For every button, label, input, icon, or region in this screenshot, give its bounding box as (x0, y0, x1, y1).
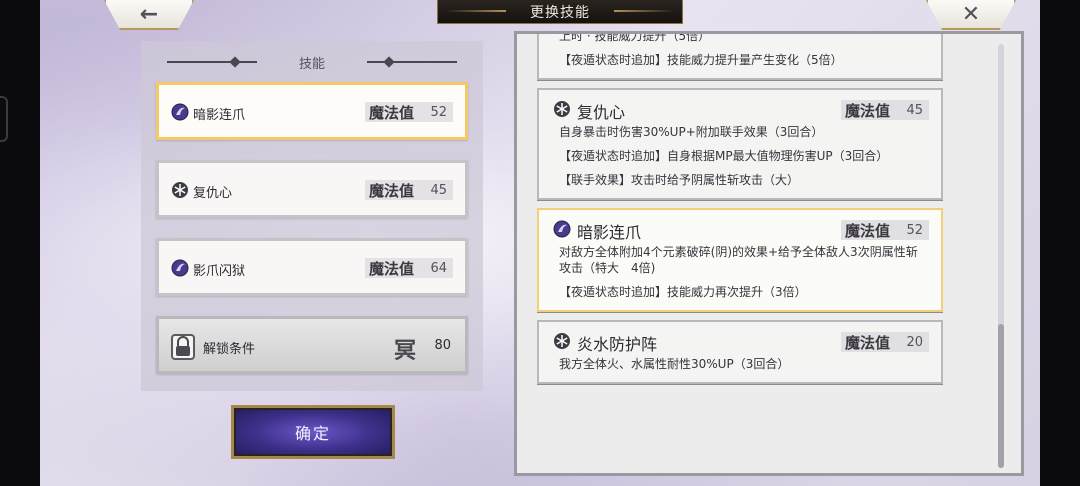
snowflake-icon (553, 100, 571, 118)
mp-value: 52 (430, 104, 447, 120)
back-button[interactable]: ← (104, 0, 194, 30)
skill-effect-line: 【夜遁状态时追加】技能威力再次提升（3倍） (559, 285, 807, 299)
header-ornament-right (367, 61, 457, 63)
skill-card-body: 上时 · 技能威力提升（5倍） 【夜遁状态时追加】技能威力提升量产生变化（5倍） (539, 31, 941, 78)
mp-label: 魔法值 (845, 333, 891, 352)
skill-slot-2[interactable]: 复仇心 魔法值 45 (156, 160, 468, 218)
mp-label: 魔法值 (369, 103, 415, 122)
skill-slots-panel: 技能 暗影连爪 魔法值 52 复仇心 魔法值 45 影爪闪狱 魔法值 64 解锁… (141, 41, 483, 391)
skill-effect-line: 【联手效果】攻击时给予阴属性斩攻击（大） (559, 173, 800, 187)
skill-card-name: 暗影连爪 (577, 223, 642, 242)
skill-card-name: 复仇心 (577, 103, 626, 122)
unlock-condition-label: 解锁条件 (203, 342, 256, 357)
locked-skill-slot[interactable]: 解锁条件 冥 80 (156, 316, 468, 374)
snowflake-icon (171, 181, 189, 199)
skill-effect-line: 上时 · 技能威力提升（5倍） (559, 31, 711, 43)
mp-cost: 魔法值 64 (365, 258, 453, 278)
skill-card-name: 炎水防护阵 (577, 335, 658, 354)
shadow-moon-icon (553, 220, 571, 238)
condition-icon: 冥 (394, 339, 417, 364)
mp-value: 52 (906, 222, 923, 238)
skill-slot-name: 暗影连爪 (193, 108, 246, 123)
skill-effect-line: 对敌方全体附加4个元素破碎(阴)的效果+给予全体敌人3次阴属性斩攻击（特大 4倍… (559, 245, 918, 275)
confirm-button[interactable]: 确定 (231, 405, 395, 459)
back-arrow-icon: ← (139, 1, 159, 27)
skill-slot-name: 复仇心 (193, 186, 233, 201)
scrollbar-thumb[interactable] (998, 324, 1004, 468)
mp-label: 魔法值 (845, 101, 891, 120)
unlock-condition-value: 80 (434, 338, 451, 353)
mp-value: 20 (906, 334, 923, 350)
shadow-moon-icon (171, 103, 189, 121)
skill-card-header: 复仇心 魔法值 45 (539, 90, 941, 124)
title-deco-right (614, 10, 674, 12)
mp-cost: 魔法值 20 (841, 332, 929, 352)
mp-cost: 魔法值 52 (841, 220, 929, 240)
mp-cost: 魔法值 45 (365, 180, 453, 200)
skill-card-header: 暗影连爪 魔法值 52 (539, 210, 941, 244)
mp-label: 魔法值 (369, 181, 415, 200)
lock-icon (171, 334, 195, 360)
skill-card-2[interactable]: 复仇心 魔法值 45 自身暴击时伤害30%UP+附加联手效果（3回合） 【夜遁状… (537, 88, 943, 200)
skill-slot-1[interactable]: 暗影连爪 魔法值 52 (156, 82, 468, 140)
mp-label: 魔法值 (845, 221, 891, 240)
close-button[interactable]: ✕ (926, 0, 1016, 30)
detail-scroll-content: 上时 · 技能威力提升（5倍） 【夜遁状态时追加】技能威力提升量产生变化（5倍）… (537, 31, 951, 392)
skill-card-body: 对敌方全体附加4个元素破碎(阴)的效果+给予全体敌人3次阴属性斩攻击（特大 4倍… (539, 244, 941, 310)
right-screen-edge (1040, 0, 1080, 486)
skill-card-header: 炎水防护阵 魔法值 20 (539, 322, 941, 356)
title-deco-left (446, 10, 506, 12)
skill-slot-name: 影爪闪狱 (193, 264, 246, 279)
skill-effect-line: 【夜遁状态时追加】技能威力提升量产生变化（5倍） (559, 53, 843, 67)
shadow-moon-icon (171, 259, 189, 277)
game-screen: ← 更换技能 ✕ 技能 暗影连爪 魔法值 52 复仇心 魔法值 45 影爪闪狱 … (40, 0, 1040, 486)
skill-card-4[interactable]: 炎水防护阵 魔法值 20 我方全体火、水属性耐性30%UP（3回合） (537, 320, 943, 384)
skill-card-body: 我方全体火、水属性耐性30%UP（3回合） (539, 356, 941, 382)
skill-detail-list[interactable]: 上时 · 技能威力提升（5倍） 【夜遁状态时追加】技能威力提升量产生变化（5倍）… (514, 31, 1024, 476)
close-icon: ✕ (961, 1, 981, 27)
skill-card-3[interactable]: 暗影连爪 魔法值 52 对敌方全体附加4个元素破碎(阴)的效果+给予全体敌人3次… (537, 208, 943, 312)
mp-value: 45 (430, 182, 447, 198)
left-screen-edge (0, 0, 40, 486)
skill-slot-3[interactable]: 影爪闪狱 魔法值 64 (156, 238, 468, 296)
mp-value: 45 (906, 102, 923, 118)
skill-effect-line: 【夜遁状态时追加】自身根据MP最大值物理伤害UP（3回合） (559, 149, 889, 163)
title-plate: 更换技能 (437, 0, 683, 24)
skill-effect-line: 我方全体火、水属性耐性30%UP（3回合） (559, 357, 790, 371)
skill-card-body: 自身暴击时伤害30%UP+附加联手效果（3回合） 【夜遁状态时追加】自身根据MP… (539, 124, 941, 198)
skill-effect-line: 自身暴击时伤害30%UP+附加联手效果（3回合） (559, 125, 824, 139)
edge-tab (0, 96, 8, 142)
mp-cost: 魔法值 52 (365, 102, 453, 122)
mp-cost: 魔法值 45 (841, 100, 929, 120)
detail-scrollbar[interactable] (998, 44, 1004, 468)
mp-value: 64 (430, 260, 447, 276)
mp-label: 魔法值 (369, 259, 415, 278)
snowflake-icon (553, 332, 571, 350)
skill-card-partial[interactable]: 上时 · 技能威力提升（5倍） 【夜遁状态时追加】技能威力提升量产生变化（5倍） (537, 31, 943, 80)
page-title: 更换技能 (530, 4, 590, 21)
